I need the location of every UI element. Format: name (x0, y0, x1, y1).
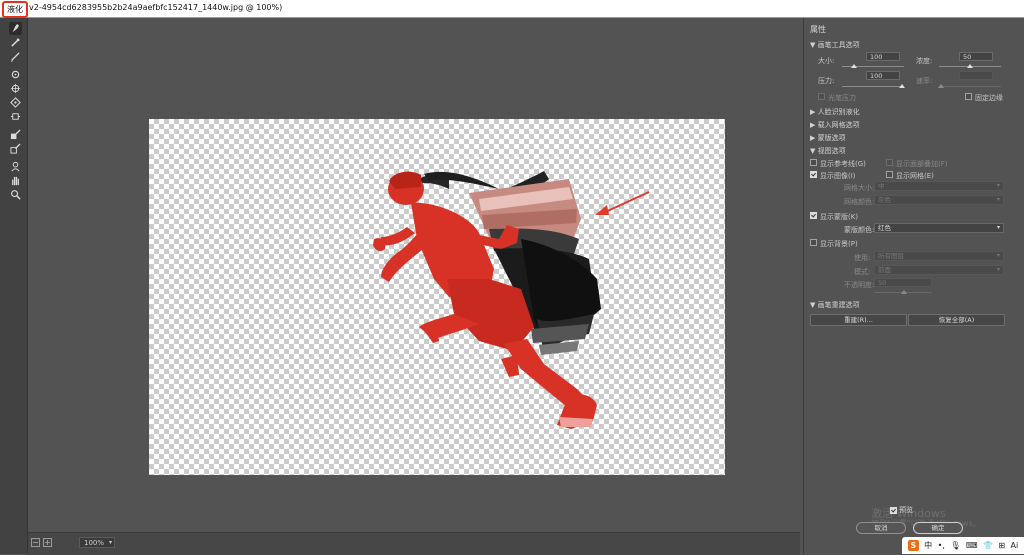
app-title: 液化 (2, 1, 28, 18)
show-backdrop-label: 显示背景(P) (820, 240, 858, 248)
forward-warp-tool-icon[interactable] (9, 22, 22, 35)
rate-slider-thumb[interactable] (938, 84, 944, 88)
status-bar: − + 100% ▾ (28, 532, 800, 555)
size-input[interactable]: 100 (866, 52, 900, 61)
title-bar: 液化 v2-4954cd6283955b2b24a9aefbfc152417_1… (0, 0, 1024, 18)
cancel-button[interactable]: 取消 (856, 522, 906, 534)
chevron-down-icon: ▾ (996, 224, 1000, 231)
show-image-label: 显示图像(I) (820, 172, 856, 180)
chevron-down-icon: ▾ (996, 196, 1000, 203)
zoom-tool-icon[interactable] (9, 188, 22, 201)
show-guides-label: 显示参考线(G) (820, 160, 866, 168)
show-face-overlay-checkbox[interactable] (886, 159, 893, 166)
mask-options-section[interactable]: ▶ 蒙版选项 (810, 133, 846, 143)
mode-label: 模式: (854, 268, 871, 276)
mode-select[interactable]: 前面 ▾ (874, 265, 1004, 275)
preview-stage (28, 18, 800, 532)
twirl-tool-icon[interactable] (9, 68, 22, 81)
opacity-label: 不透明度: (844, 281, 875, 289)
preview-checkbox[interactable] (890, 506, 897, 514)
keyboard-icon[interactable]: ⌨ (966, 541, 978, 550)
show-mask-checkbox[interactable] (810, 212, 817, 219)
zoom-out-button[interactable]: − (31, 538, 40, 547)
pressure-slider-thumb[interactable] (899, 84, 905, 88)
document-title: v2-4954cd6283955b2b24a9aefbfc152417_1440… (29, 3, 283, 12)
freeze-mask-tool-icon[interactable] (9, 128, 22, 141)
load-mesh-options-section[interactable]: ▶ 载入网格选项 (810, 120, 860, 130)
mesh-size-label: 网格大小: (844, 184, 875, 192)
use-label: 使用: (854, 254, 871, 262)
punctuation-icon[interactable]: •, (938, 541, 945, 550)
rate-label: 速率: (916, 77, 933, 85)
chevron-down-icon: ▾ (996, 252, 1000, 259)
bloat-tool-icon[interactable] (9, 96, 22, 109)
mask-color-label: 蒙版颜色: (844, 226, 875, 234)
mesh-color-select[interactable]: 灰色 ▾ (874, 195, 1004, 205)
size-label: 大小: (818, 57, 835, 65)
language-toggle[interactable]: 中 (924, 540, 932, 551)
show-backdrop-checkbox[interactable] (810, 239, 817, 246)
properties-panel: 属性 ▼ 画笔工具选项 大小: 100 浓度: 50 压力: 100 速率: 光… (803, 18, 1024, 554)
mask-color-select[interactable]: 红色 ▾ (874, 223, 1004, 233)
rate-input[interactable] (959, 71, 993, 80)
image-canvas[interactable] (149, 119, 725, 475)
opacity-input[interactable]: 50 (874, 278, 932, 287)
rate-slider[interactable] (939, 86, 1001, 87)
mesh-size-select[interactable]: 中 ▾ (874, 181, 1004, 191)
zoom-level-select[interactable]: 100% ▾ (79, 537, 115, 548)
show-image-checkbox[interactable] (810, 171, 817, 178)
pressure-input[interactable]: 100 (866, 71, 900, 80)
properties-header: 属性 (810, 25, 826, 34)
brush-tool-options-section[interactable]: ▼ 画笔工具选项 (810, 40, 860, 50)
chevron-down-icon: ▾ (996, 182, 1000, 189)
density-input[interactable]: 50 (959, 52, 993, 61)
show-face-overlay-label: 显示面部叠加(F) (896, 160, 948, 168)
brush-reconstruct-options-section[interactable]: ▼ 画笔重建选项 (810, 300, 860, 310)
pin-edges-label: 固定边缘 (975, 94, 1003, 102)
ai-assistant-icon[interactable]: Ai (1011, 541, 1019, 550)
restore-all-button[interactable]: 恢复全部(A) (908, 314, 1005, 326)
view-options-section[interactable]: ▼ 视图选项 (810, 146, 846, 156)
density-slider-thumb[interactable] (967, 64, 973, 68)
ime-toolbar: S 中 •, 🎙 ⌨ 👕 ⊞ Ai (902, 537, 1024, 554)
chevron-down-icon: ▾ (108, 539, 112, 546)
show-mask-label: 显示蒙版(K) (820, 213, 859, 221)
stylus-pressure-checkbox[interactable] (818, 93, 825, 100)
face-aware-liquify-section[interactable]: ▶ 人脸识别液化 (810, 107, 860, 117)
size-slider-thumb[interactable] (851, 64, 857, 68)
tool-bar (0, 18, 28, 554)
show-mesh-label: 显示网格(E) (896, 172, 934, 180)
thaw-mask-tool-icon[interactable] (9, 142, 22, 155)
microphone-icon[interactable]: 🎙 (950, 541, 960, 550)
reconstruct-button[interactable]: 重建(R)... (810, 314, 907, 326)
pressure-label: 压力: (818, 77, 835, 85)
show-mesh-checkbox[interactable] (886, 171, 893, 178)
mesh-color-label: 网格颜色: (844, 198, 875, 206)
annotation-arrow (595, 191, 650, 215)
toolbox-grid-icon[interactable]: ⊞ (998, 541, 1005, 550)
stylus-pressure-label: 光笔压力 (828, 94, 856, 102)
preview-label: 预览 (899, 506, 913, 514)
use-select[interactable]: 所有图层 ▾ (874, 251, 1004, 261)
opacity-slider-thumb[interactable] (901, 290, 907, 294)
push-left-tool-icon[interactable] (9, 110, 22, 123)
chevron-down-icon: ▾ (996, 266, 1000, 273)
pucker-tool-icon[interactable] (9, 82, 22, 95)
skin-icon[interactable]: 👕 (983, 541, 993, 550)
smooth-tool-icon[interactable] (9, 50, 22, 63)
ok-button[interactable]: 确定 (913, 522, 963, 534)
zoom-level-value: 100% (84, 539, 105, 547)
pin-edges-checkbox[interactable] (965, 93, 972, 100)
masked-runner-artwork (373, 171, 650, 429)
preview-toggle[interactable]: 预览 (890, 505, 913, 515)
density-label: 浓度: (916, 57, 933, 65)
show-guides-checkbox[interactable] (810, 159, 817, 166)
sogou-logo-icon[interactable]: S (907, 540, 919, 551)
reconstruct-tool-icon[interactable] (9, 36, 22, 49)
pressure-slider[interactable] (842, 86, 904, 87)
face-tool-icon[interactable] (9, 160, 22, 173)
hand-tool-icon[interactable] (9, 174, 22, 187)
zoom-in-button[interactable]: + (43, 538, 52, 547)
